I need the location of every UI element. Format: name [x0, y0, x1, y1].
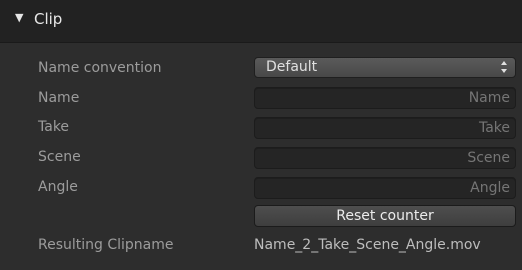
up-down-arrows-icon	[501, 61, 507, 73]
disclosure-triangle-icon[interactable]: ▼	[15, 11, 23, 24]
clip-settings-panel: ▼ Clip Name convention Default Name Take…	[0, 0, 522, 270]
name-label: Name	[38, 90, 80, 106]
name-convention-dropdown[interactable]: Default	[254, 57, 516, 78]
name-convention-label: Name convention	[38, 60, 162, 76]
scene-label: Scene	[38, 149, 81, 165]
angle-label: Angle	[38, 179, 78, 195]
take-input[interactable]	[254, 117, 516, 139]
resulting-clipname-value: Name_2_Take_Scene_Angle.mov	[254, 237, 481, 253]
name-convention-value: Default	[266, 59, 318, 75]
section-title: Clip	[34, 10, 63, 28]
scene-input[interactable]	[254, 147, 516, 169]
reset-counter-button[interactable]: Reset counter	[254, 205, 516, 227]
resulting-clipname-label: Resulting Clipname	[38, 237, 174, 253]
angle-input[interactable]	[254, 177, 516, 199]
section-header-clip[interactable]: ▼ Clip	[0, 0, 522, 43]
name-input[interactable]	[254, 87, 516, 109]
take-label: Take	[38, 119, 70, 135]
